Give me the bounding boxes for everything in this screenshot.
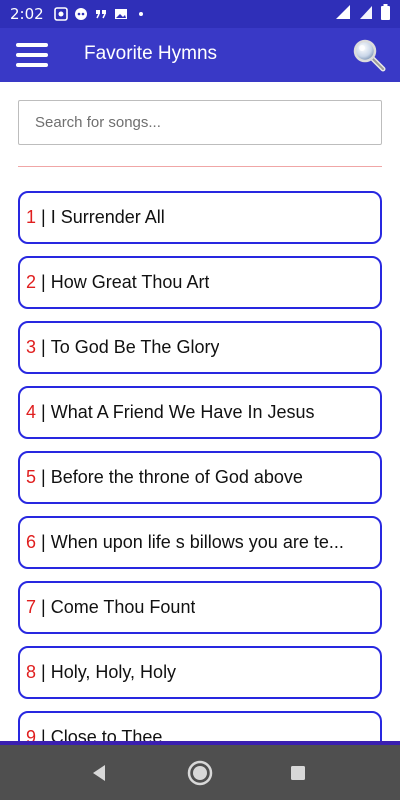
song-title: What A Friend We Have In Jesus (50, 402, 315, 422)
quote-notification-icon (94, 7, 108, 21)
song-separator: | (36, 727, 51, 741)
status-time: 2:02 (10, 5, 44, 23)
song-number: 5 (26, 467, 37, 487)
search-input[interactable] (18, 100, 382, 145)
song-separator: | (36, 597, 51, 617)
song-separator: | (36, 532, 51, 552)
page-title: Favorite Hymns (84, 43, 218, 64)
song-list[interactable]: 1 | I Surrender All 2 | How Great Thou A… (18, 191, 382, 741)
song-separator: | (36, 207, 51, 227)
song-number: 4 (26, 402, 37, 422)
recent-apps-icon[interactable] (284, 759, 312, 787)
search-icon[interactable] (352, 38, 386, 72)
list-item[interactable]: 2 | How Great Thou Art (18, 256, 382, 309)
song-number: 2 (26, 272, 37, 292)
app-notification-icon (53, 7, 68, 21)
song-separator: | (36, 402, 51, 422)
song-separator: | (36, 662, 51, 682)
song-title: When upon life s billows you are te... (50, 532, 344, 552)
song-separator: | (36, 337, 51, 357)
cellular-icon (359, 4, 373, 25)
list-item[interactable]: 4 | What A Friend We Have In Jesus (18, 386, 382, 439)
status-bar: 2:02 (0, 0, 400, 28)
song-title: I Surrender All (50, 207, 165, 227)
list-item[interactable]: 6 | When upon life s billows you are te.… (18, 516, 382, 569)
song-number: 8 (26, 662, 37, 682)
list-item[interactable]: 9 | Close to Thee (18, 711, 382, 741)
app-bar: Favorite Hymns (0, 28, 400, 82)
search-field-container (18, 100, 382, 145)
home-icon[interactable] (186, 759, 214, 787)
list-item[interactable]: 3 | To God Be The Glory (18, 321, 382, 374)
song-title: Close to Thee (50, 727, 163, 741)
list-item[interactable]: 5 | Before the throne of God above (18, 451, 382, 504)
song-number: 1 (26, 207, 37, 227)
song-title: Holy, Holy, Holy (50, 662, 177, 682)
list-item[interactable]: 8 | Holy, Holy, Holy (18, 646, 382, 699)
signal-icon (335, 4, 351, 25)
song-number: 6 (26, 532, 37, 552)
battery-icon (381, 3, 390, 25)
back-icon[interactable] (86, 759, 114, 787)
list-item[interactable]: 1 | I Surrender All (18, 191, 382, 244)
chat-notification-icon (74, 7, 88, 21)
song-separator: | (36, 467, 51, 487)
divider (18, 166, 382, 167)
song-title: To God Be The Glory (50, 337, 220, 357)
song-title: Before the throne of God above (50, 467, 303, 487)
system-icons (335, 3, 390, 25)
list-item[interactable]: 7 | Come Thou Fount (18, 581, 382, 634)
song-title: Come Thou Fount (50, 597, 196, 617)
notification-icons (53, 7, 148, 21)
hamburger-menu-icon[interactable] (16, 39, 48, 71)
song-number: 9 (26, 727, 37, 741)
system-nav-bar (0, 745, 400, 800)
image-notification-icon (114, 7, 128, 21)
song-title: How Great Thou Art (50, 272, 210, 292)
song-number: 3 (26, 337, 37, 357)
song-separator: | (36, 272, 51, 292)
song-number: 7 (26, 597, 37, 617)
dot-notification-icon (134, 7, 148, 21)
